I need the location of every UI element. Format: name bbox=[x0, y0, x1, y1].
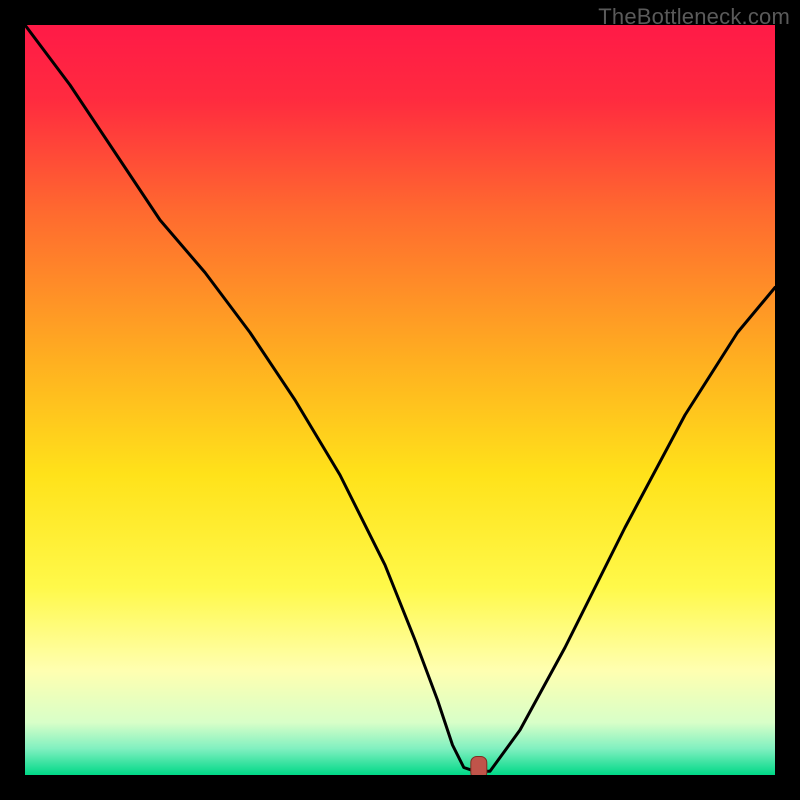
chart-svg bbox=[25, 25, 775, 775]
plot-area bbox=[25, 25, 775, 775]
chart-frame: TheBottleneck.com bbox=[0, 0, 800, 800]
gradient-background bbox=[25, 25, 775, 775]
optimal-point-marker bbox=[471, 757, 487, 776]
